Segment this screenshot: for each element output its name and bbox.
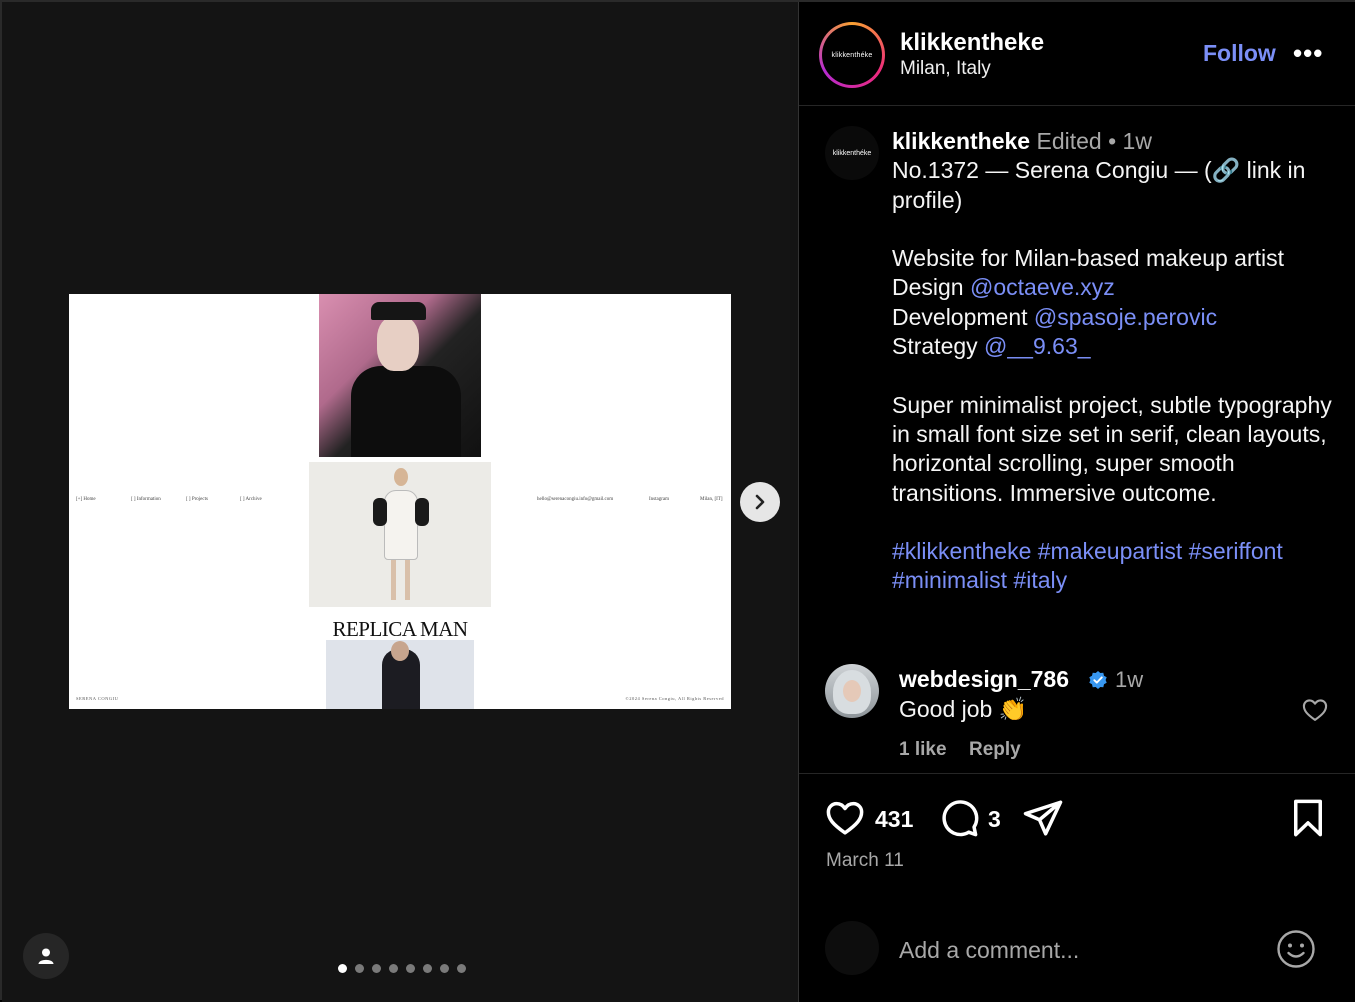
caption-paragraph: Super minimalist project, subtle typogra… <box>892 391 1332 506</box>
carousel-dot <box>406 964 415 973</box>
carousel-dot <box>372 964 381 973</box>
design-label: Design <box>892 274 964 301</box>
comment-likes[interactable]: 1 like <box>899 739 947 761</box>
comment-input[interactable] <box>899 933 1259 967</box>
carousel-dot <box>423 964 432 973</box>
chevron-right-icon <box>755 494 765 510</box>
carousel-dot <box>440 964 449 973</box>
comment-count[interactable]: 3 <box>988 806 1001 833</box>
slide-copyright: ©2024 Serena Congiu, All Rights Reserved <box>625 696 724 701</box>
carousel-dot <box>389 964 398 973</box>
verified-badge-icon <box>1089 671 1107 689</box>
user-icon <box>38 948 54 964</box>
media-pane: [+] Home [ ] Information [ ] Projects [ … <box>2 2 799 1002</box>
emoji-icon[interactable] <box>1276 929 1316 969</box>
carousel-slide-image[interactable]: [+] Home [ ] Information [ ] Projects [ … <box>69 294 731 709</box>
slide-nav-archive: [ ] Archive <box>240 497 262 502</box>
carousel-dot <box>355 964 364 973</box>
caption-time[interactable]: 1w <box>1123 128 1152 154</box>
comment-reply-button[interactable]: Reply <box>969 739 1021 761</box>
more-options-icon[interactable]: ••• <box>1293 38 1323 69</box>
comment-heart-icon[interactable] <box>1301 696 1329 724</box>
story-ring-avatar[interactable]: klikkenthéke <box>819 22 885 88</box>
post-actions: 431 3 March 11 <box>799 775 1355 895</box>
magazine-title: REPLICA MAN <box>326 618 474 640</box>
carousel-dots <box>338 964 466 973</box>
caption-avatar[interactable]: klikkenthéke <box>825 126 879 180</box>
dev-label: Development <box>892 303 1028 330</box>
slide-brand: SERENA CONGIU <box>76 696 119 701</box>
caption-username[interactable]: klikkentheke <box>892 128 1030 154</box>
my-avatar <box>825 921 879 975</box>
dev-handle-link[interactable]: @spasoje.perovic <box>1034 304 1217 330</box>
post-date[interactable]: March 11 <box>826 850 904 872</box>
design-handle-link[interactable]: @octaeve.xyz <box>970 274 1115 300</box>
caption-text: klikkentheke Edited • 1w No.1372 — Seren… <box>892 127 1332 596</box>
strategy-handle-link[interactable]: @__9.63_ <box>984 333 1091 359</box>
follow-button[interactable]: Follow <box>1203 40 1276 67</box>
slide-city: Milan, [IT] <box>700 497 723 502</box>
bookmark-icon[interactable] <box>1287 797 1329 839</box>
caption-line-description: Website for Milan-based makeup artist <box>892 245 1285 272</box>
carousel-dot <box>457 964 466 973</box>
share-icon[interactable] <box>1022 797 1064 839</box>
carousel-next-button[interactable] <box>740 482 780 522</box>
caption-line-title: No.1372 — Serena Congiu — (🔗 link in pro… <box>892 157 1306 213</box>
header-username[interactable]: klikkentheke <box>900 29 1044 57</box>
hashtags[interactable]: #klikkentheke #makeupartist #seriffont #… <box>892 537 1332 596</box>
slide-instagram: Instagram <box>649 497 669 502</box>
slide-nav-home: [+] Home <box>76 497 96 502</box>
post-modal: [+] Home [ ] Information [ ] Projects [ … <box>0 0 1355 1002</box>
portrait-photo <box>319 294 481 457</box>
slide-contact: hello@serenacongiu.info@gmail.com <box>537 497 614 502</box>
comment-text: Good job 👏 <box>899 696 1028 722</box>
magazine-photo: REPLICA MAN <box>326 618 474 709</box>
slide-nav-information: [ ] Information <box>131 497 161 502</box>
separator: • <box>1108 128 1117 154</box>
post-side-panel: klikkenthéke klikkentheke Milan, Italy F… <box>799 2 1355 1002</box>
commenter-username[interactable]: webdesign_786 <box>899 666 1069 693</box>
commenter-avatar[interactable] <box>825 664 879 718</box>
post-header: klikkenthéke klikkentheke Milan, Italy F… <box>799 2 1355 106</box>
comment-icon[interactable] <box>938 797 980 839</box>
fashion-photo <box>309 462 491 607</box>
comment-item: webdesign_786 1w Good job 👏 1 like Reply <box>799 662 1355 774</box>
add-comment-bar <box>799 895 1355 1000</box>
carousel-dot <box>338 964 347 973</box>
slide-nav-projects: [ ] Projects <box>186 497 208 502</box>
strategy-label: Strategy <box>892 333 978 360</box>
tagged-users-button[interactable] <box>23 933 69 979</box>
header-location[interactable]: Milan, Italy <box>900 58 991 80</box>
comment-time: 1w <box>1115 667 1144 692</box>
like-count[interactable]: 431 <box>875 806 913 833</box>
avatar: klikkenthéke <box>825 28 879 82</box>
heart-icon[interactable] <box>824 797 866 839</box>
edited-label: Edited <box>1036 128 1102 154</box>
